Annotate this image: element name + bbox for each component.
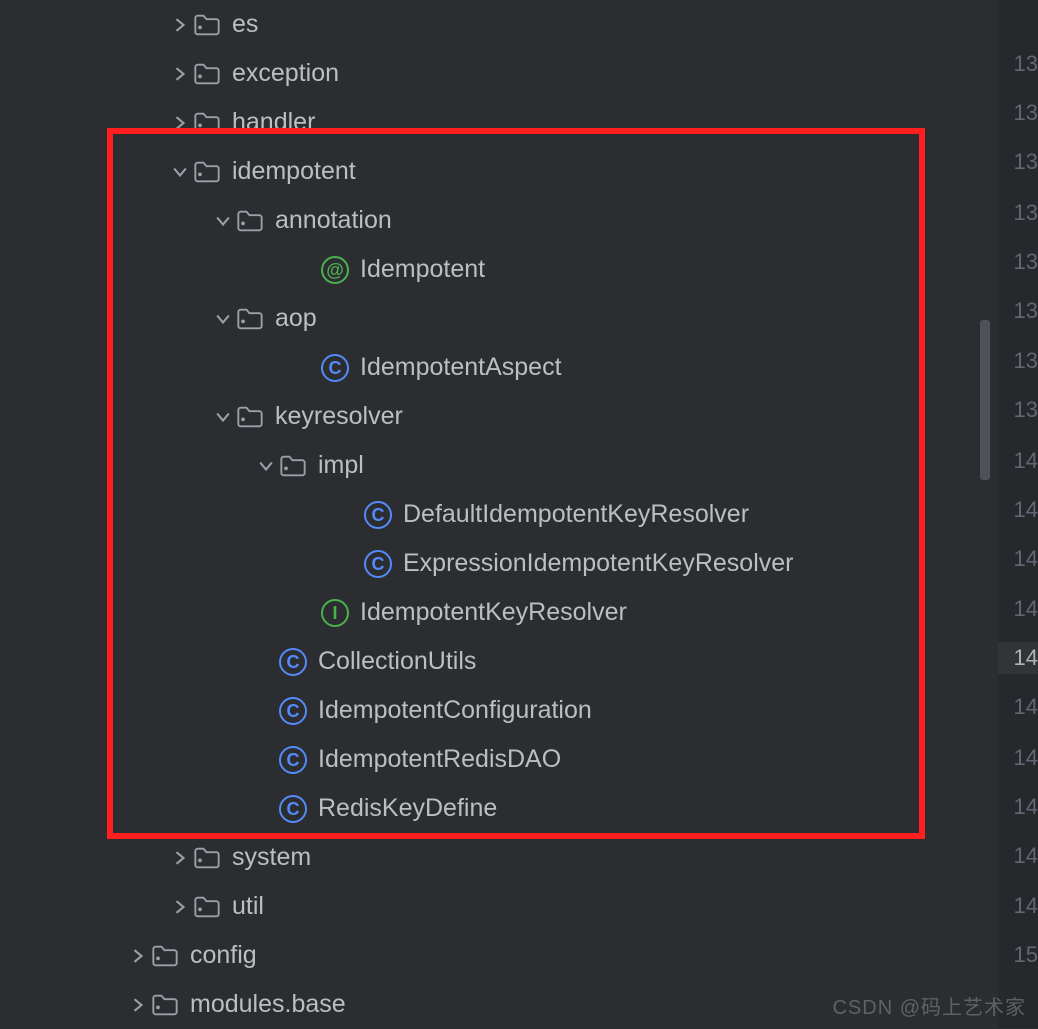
gutter-line-number: 14	[998, 543, 1038, 575]
gutter-line-number: 14	[998, 890, 1038, 922]
tree-item[interactable]: C CollectionUtils	[0, 637, 978, 686]
tree-item[interactable]: C IdempotentConfiguration	[0, 686, 978, 735]
tree-item-label: IdempotentKeyResolver	[360, 598, 627, 627]
tree-item[interactable]: exception	[0, 49, 978, 98]
class-icon: C	[276, 795, 310, 823]
class-icon: C	[276, 697, 310, 725]
chevron-right-icon[interactable]	[170, 67, 190, 81]
tree-item[interactable]: system	[0, 833, 978, 882]
chevron-right-icon[interactable]	[170, 900, 190, 914]
gutter-line-number: 14	[998, 593, 1038, 625]
watermark-text: CSDN @码上艺术家	[832, 991, 1026, 1020]
tree-item[interactable]: C DefaultIdempotentKeyResolver	[0, 490, 978, 539]
tree-item-label: IdempotentAspect	[360, 353, 562, 382]
tree-item-label: exception	[232, 59, 339, 88]
gutter-line-number: 13	[998, 197, 1038, 229]
class-icon: C	[361, 501, 395, 529]
folder-icon	[233, 207, 267, 235]
gutter-line-number: 14	[998, 445, 1038, 477]
gutter-line-number: 15	[998, 939, 1038, 971]
gutter-line-number: 13	[998, 97, 1038, 129]
tree-item[interactable]: C RedisKeyDefine	[0, 784, 978, 833]
chevron-down-icon[interactable]	[256, 459, 276, 473]
tree-item-label: util	[232, 892, 264, 921]
tree-item[interactable]: modules.base	[0, 980, 978, 1029]
class-icon: C	[276, 746, 310, 774]
tree-item[interactable]: C IdempotentAspect	[0, 343, 978, 392]
gutter-line-number: 13	[998, 146, 1038, 178]
tree-item-label: handler	[232, 108, 315, 137]
folder-icon	[190, 60, 224, 88]
folder-icon	[233, 403, 267, 431]
chevron-right-icon[interactable]	[170, 116, 190, 130]
chevron-right-icon[interactable]	[170, 18, 190, 32]
tree-item-label: system	[232, 843, 311, 872]
annotation-icon: @	[318, 256, 352, 284]
tree-item[interactable]: impl	[0, 441, 978, 490]
tree-item[interactable]: handler	[0, 98, 978, 147]
gutter-line-number: 13	[998, 246, 1038, 278]
tree-item-label: RedisKeyDefine	[318, 794, 497, 823]
gutter-line-number: 14	[998, 642, 1038, 674]
tree-item-label: IdempotentRedisDAO	[318, 745, 561, 774]
class-icon: C	[361, 550, 395, 578]
tree-item[interactable]: keyresolver	[0, 392, 978, 441]
tree-item-label: modules.base	[190, 990, 346, 1019]
tree-item-label: keyresolver	[275, 402, 403, 431]
gutter-line-number: 14	[998, 742, 1038, 774]
chevron-down-icon[interactable]	[213, 410, 233, 424]
tree-item[interactable]: aop	[0, 294, 978, 343]
interface-icon: I	[318, 599, 352, 627]
gutter-line-number: 13	[998, 48, 1038, 80]
tree-item[interactable]: I IdempotentKeyResolver	[0, 588, 978, 637]
chevron-down-icon[interactable]	[213, 312, 233, 326]
class-icon: C	[276, 648, 310, 676]
tree-item-label: DefaultIdempotentKeyResolver	[403, 500, 749, 529]
chevron-right-icon[interactable]	[128, 949, 148, 963]
tree-item-label: es	[232, 10, 258, 39]
chevron-right-icon[interactable]	[170, 851, 190, 865]
tree-item[interactable]: annotation	[0, 196, 978, 245]
project-tree-panel[interactable]: es exception handler idempotent annotation @ I…	[0, 0, 978, 1028]
tree-item-label: CollectionUtils	[318, 647, 476, 676]
gutter-line-number: 14	[998, 791, 1038, 823]
tree-item-label: idempotent	[232, 157, 356, 186]
tree-item[interactable]: @ Idempotent	[0, 245, 978, 294]
gutter-line-number: 13	[998, 295, 1038, 327]
tree-item[interactable]: C ExpressionIdempotentKeyResolver	[0, 539, 978, 588]
class-icon: C	[318, 354, 352, 382]
editor-gutter: 13 13 13 13 13 13 13 13 14 14 14 14 14 14 14 14 14 14 15	[998, 0, 1038, 1028]
tree-item[interactable]: C IdempotentRedisDAO	[0, 735, 978, 784]
gutter-line-number: 14	[998, 691, 1038, 723]
gutter-line-number: 14	[998, 840, 1038, 872]
folder-icon	[233, 305, 267, 333]
tree-item-label: ExpressionIdempotentKeyResolver	[403, 549, 793, 578]
chevron-down-icon[interactable]	[213, 214, 233, 228]
tree-item-label: config	[190, 941, 257, 970]
tree-item-label: Idempotent	[360, 255, 485, 284]
folder-icon	[148, 942, 182, 970]
tree-item-label: aop	[275, 304, 317, 333]
tree-item-label: annotation	[275, 206, 392, 235]
tree-item-label: impl	[318, 451, 364, 480]
folder-icon	[190, 844, 224, 872]
folder-icon	[148, 991, 182, 1019]
chevron-right-icon[interactable]	[128, 998, 148, 1012]
scrollbar-thumb[interactable]	[980, 320, 990, 480]
folder-icon	[276, 452, 310, 480]
tree-item[interactable]: util	[0, 882, 978, 931]
tree-item[interactable]: es	[0, 0, 978, 49]
gutter-line-number: 13	[998, 394, 1038, 426]
tree-item[interactable]: idempotent	[0, 147, 978, 196]
gutter-line-number: 14	[998, 494, 1038, 526]
folder-icon	[190, 109, 224, 137]
chevron-down-icon[interactable]	[170, 165, 190, 179]
tree-item[interactable]: config	[0, 931, 978, 980]
gutter-line-number: 13	[998, 345, 1038, 377]
folder-icon	[190, 11, 224, 39]
folder-icon	[190, 893, 224, 921]
folder-icon	[190, 158, 224, 186]
tree-item-label: IdempotentConfiguration	[318, 696, 592, 725]
